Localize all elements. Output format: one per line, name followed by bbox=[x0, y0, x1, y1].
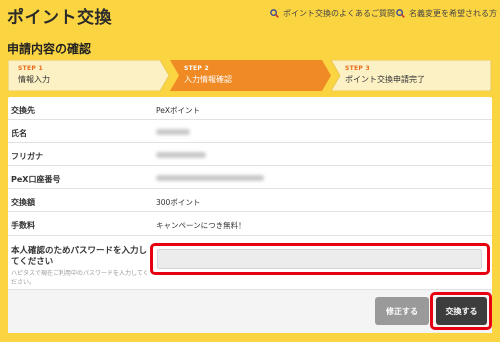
fee-label: 手数料 bbox=[11, 221, 35, 230]
name-value-redacted bbox=[156, 129, 190, 135]
password-input[interactable] bbox=[157, 249, 482, 269]
section-title: 申請内容の確認 bbox=[7, 42, 92, 56]
row-furigana: フリガナ bbox=[8, 143, 492, 166]
search-icon bbox=[270, 9, 279, 18]
search-icon bbox=[396, 9, 405, 18]
action-bar: 修正する 交換する bbox=[8, 289, 492, 333]
furigana-label: フリガナ bbox=[11, 152, 43, 161]
step-3: STEP 3 ポイント交換申請完了 bbox=[331, 60, 492, 91]
step-2-number: STEP 2 bbox=[184, 65, 209, 72]
amount-value: 300ポイント bbox=[156, 198, 201, 207]
furigana-value-redacted bbox=[156, 152, 206, 158]
step-1: STEP 1 情報入力 bbox=[8, 60, 170, 91]
top-bar: ポイント交換 ポイント交換のよくあるご質問 名義変更を希望される方 bbox=[0, 0, 500, 30]
rename-link[interactable]: 名義変更を希望される方 bbox=[396, 8, 497, 19]
fix-button[interactable]: 修正する bbox=[375, 297, 429, 325]
exchange-button[interactable]: 交換する bbox=[436, 297, 487, 325]
pex-account-label: PeX口座番号 bbox=[11, 175, 61, 184]
faq-link[interactable]: ポイント交換のよくあるご質問 bbox=[270, 8, 395, 19]
row-destination: 交換先 PeXポイント bbox=[8, 97, 492, 120]
row-fee: 手数料 キャンペーンにつき無料！ bbox=[8, 212, 492, 236]
amount-label: 交換額 bbox=[11, 198, 35, 207]
step-3-number: STEP 3 bbox=[345, 65, 370, 72]
pex-account-value-redacted bbox=[156, 175, 264, 181]
fee-value: キャンペーンにつき無料！ bbox=[156, 221, 246, 230]
destination-value: PeXポイント bbox=[156, 106, 201, 115]
page-title: ポイント交換 bbox=[7, 8, 112, 28]
row-amount: 交換額 300ポイント bbox=[8, 189, 492, 212]
name-label: 氏名 bbox=[11, 129, 27, 138]
password-hint: ハピタスで現在ご利用中のパスワードを入力してください。 bbox=[11, 270, 149, 286]
rename-link-label: 名義変更を希望される方 bbox=[409, 9, 497, 18]
step-2: STEP 2 入力情報確認 bbox=[170, 60, 332, 91]
step-2-label: 入力情報確認 bbox=[184, 75, 232, 84]
step-1-number: STEP 1 bbox=[18, 65, 43, 72]
step-1-label: 情報入力 bbox=[18, 75, 50, 84]
password-label: 本人確認のためパスワードを入力してください bbox=[11, 246, 148, 267]
faq-link-label: ポイント交換のよくあるご質問 bbox=[283, 9, 395, 18]
row-pex-account: PeX口座番号 bbox=[8, 166, 492, 189]
step-3-label: ポイント交換申請完了 bbox=[345, 75, 425, 84]
destination-label: 交換先 bbox=[11, 106, 35, 115]
row-name: 氏名 bbox=[8, 120, 492, 143]
step-indicator: STEP 1 情報入力 STEP 2 入力情報確認 STEP 3 ポイント交換申… bbox=[8, 60, 492, 91]
confirmation-panel: 交換先 PeXポイント 氏名 フリガナ PeX口座番号 交換額 300ポイント … bbox=[8, 97, 492, 333]
